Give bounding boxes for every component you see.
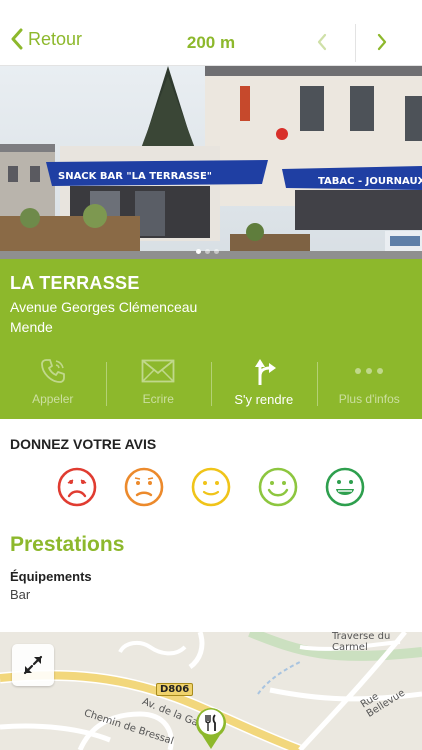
more-icon — [355, 368, 384, 374]
expand-icon — [23, 655, 43, 675]
snack-bar-sign: SNACK BAR "LA TERRASSE" — [58, 171, 212, 182]
call-button[interactable]: Appeler — [0, 354, 106, 414]
poi-photo: SNACK BAR "LA TERRASSE" TABAC - JOURNAUX — [0, 66, 422, 259]
phone-icon — [40, 359, 65, 383]
directions-label: S'y rendre — [234, 392, 294, 407]
write-label: Ecrire — [142, 392, 174, 406]
tabac-sign: TABAC - JOURNAUX — [318, 176, 422, 187]
poi-address-street: Avenue Georges Clémenceau — [10, 299, 198, 315]
rating-options — [57, 467, 365, 507]
very-good-face-icon[interactable] — [325, 467, 365, 507]
more-info-label: Plus d'infos — [338, 392, 400, 406]
gallery-dot — [214, 249, 219, 254]
poi-photo-gallery[interactable]: SNACK BAR "LA TERRASSE" TABAC - JOURNAUX — [0, 66, 422, 259]
call-label: Appeler — [32, 392, 74, 406]
equipment-value: Bar — [10, 587, 31, 602]
rating-heading: DONNEZ VOTRE AVIS — [10, 436, 157, 452]
next-button[interactable] — [376, 33, 388, 56]
top-nav-bar: Retour 200 m — [0, 0, 422, 66]
very-bad-face-icon[interactable] — [57, 467, 97, 507]
write-button[interactable]: Ecrire — [105, 354, 212, 414]
neutral-face-icon[interactable] — [191, 467, 231, 507]
poi-info-panel: LA TERRASSE Avenue Georges Clémenceau Me… — [0, 259, 422, 419]
gallery-dot — [205, 249, 210, 254]
services-heading: Prestations — [10, 533, 125, 556]
action-bar: Appeler Ecrire S'y rendre Plus d'infos — [0, 354, 422, 414]
gallery-indicator — [196, 249, 219, 254]
map-street-label: Traverse du Carmel — [332, 632, 391, 653]
directions-icon — [254, 359, 276, 385]
poi-address-city: Mende — [10, 319, 53, 335]
good-face-icon[interactable] — [258, 467, 298, 507]
directions-button[interactable]: S'y rendre — [211, 354, 317, 414]
chevron-left-icon — [317, 33, 327, 51]
envelope-icon — [141, 359, 175, 383]
expand-map-button[interactable] — [12, 644, 54, 686]
poi-title: LA TERRASSE — [10, 273, 140, 293]
equipment-label: Équipements — [10, 569, 92, 584]
road-number-badge: D806 — [156, 683, 194, 696]
previous-button[interactable] — [316, 33, 328, 56]
more-info-button[interactable]: Plus d'infos — [316, 354, 422, 414]
chevron-right-icon — [377, 33, 387, 51]
nav-divider — [355, 24, 356, 62]
gallery-dot — [196, 249, 201, 254]
restaurant-pin-icon[interactable] — [194, 705, 228, 750]
distance-label: 200 m — [186, 33, 236, 52]
bad-face-icon[interactable] — [124, 467, 164, 507]
